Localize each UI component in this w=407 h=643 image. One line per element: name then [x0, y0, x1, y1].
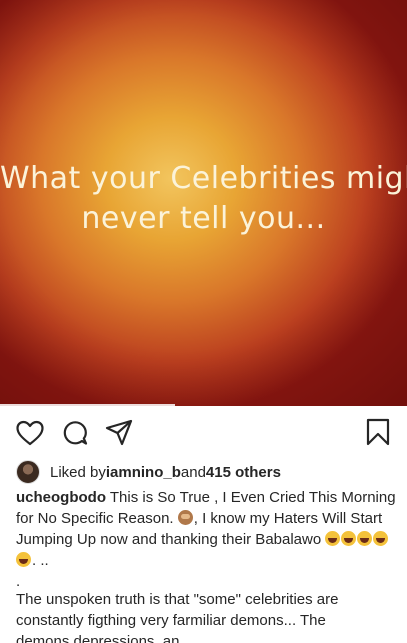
see-no-evil-monkey-emoji-icon [177, 510, 193, 525]
rofl-emoji-icon [16, 552, 31, 567]
image-headline-line-2: never tell you... [81, 201, 326, 236]
post-caption: ucheogbodo This is So True , I Even Crie… [16, 487, 396, 643]
rofl-emoji-icon [325, 531, 341, 546]
caption-dot: . [16, 573, 21, 590]
rofl-emoji-icon [357, 531, 373, 546]
caption-more-line-1: The unspoken truth is that "some" celebr… [16, 591, 339, 629]
rofl-emoji-icon [341, 531, 357, 546]
likes-and: and [180, 463, 206, 481]
likes-summary[interactable]: Liked by iamnino_b and 415 others [16, 460, 281, 484]
likes-prefix: Liked by [50, 463, 106, 481]
image-headline-line-1: What your Celebrities might [0, 161, 407, 196]
rofl-emoji-icon [373, 531, 389, 546]
caption-text-3: . .. [32, 552, 49, 569]
paper-plane-icon[interactable] [104, 417, 134, 447]
media-progress-bar [0, 404, 175, 406]
bookmark-icon[interactable] [363, 417, 393, 447]
liker-avatar[interactable] [16, 460, 40, 484]
caption-more-line-2: demons depressions, an... [16, 633, 192, 643]
post-image[interactable]: What your Celebrities might never tell y… [0, 0, 407, 406]
caption-username[interactable]: ucheogbodo [16, 489, 106, 506]
comment-icon[interactable] [60, 418, 90, 448]
liker-username[interactable]: iamnino_b [106, 464, 181, 481]
heart-icon[interactable] [15, 418, 45, 448]
likes-others-count[interactable]: 415 others [206, 464, 281, 481]
